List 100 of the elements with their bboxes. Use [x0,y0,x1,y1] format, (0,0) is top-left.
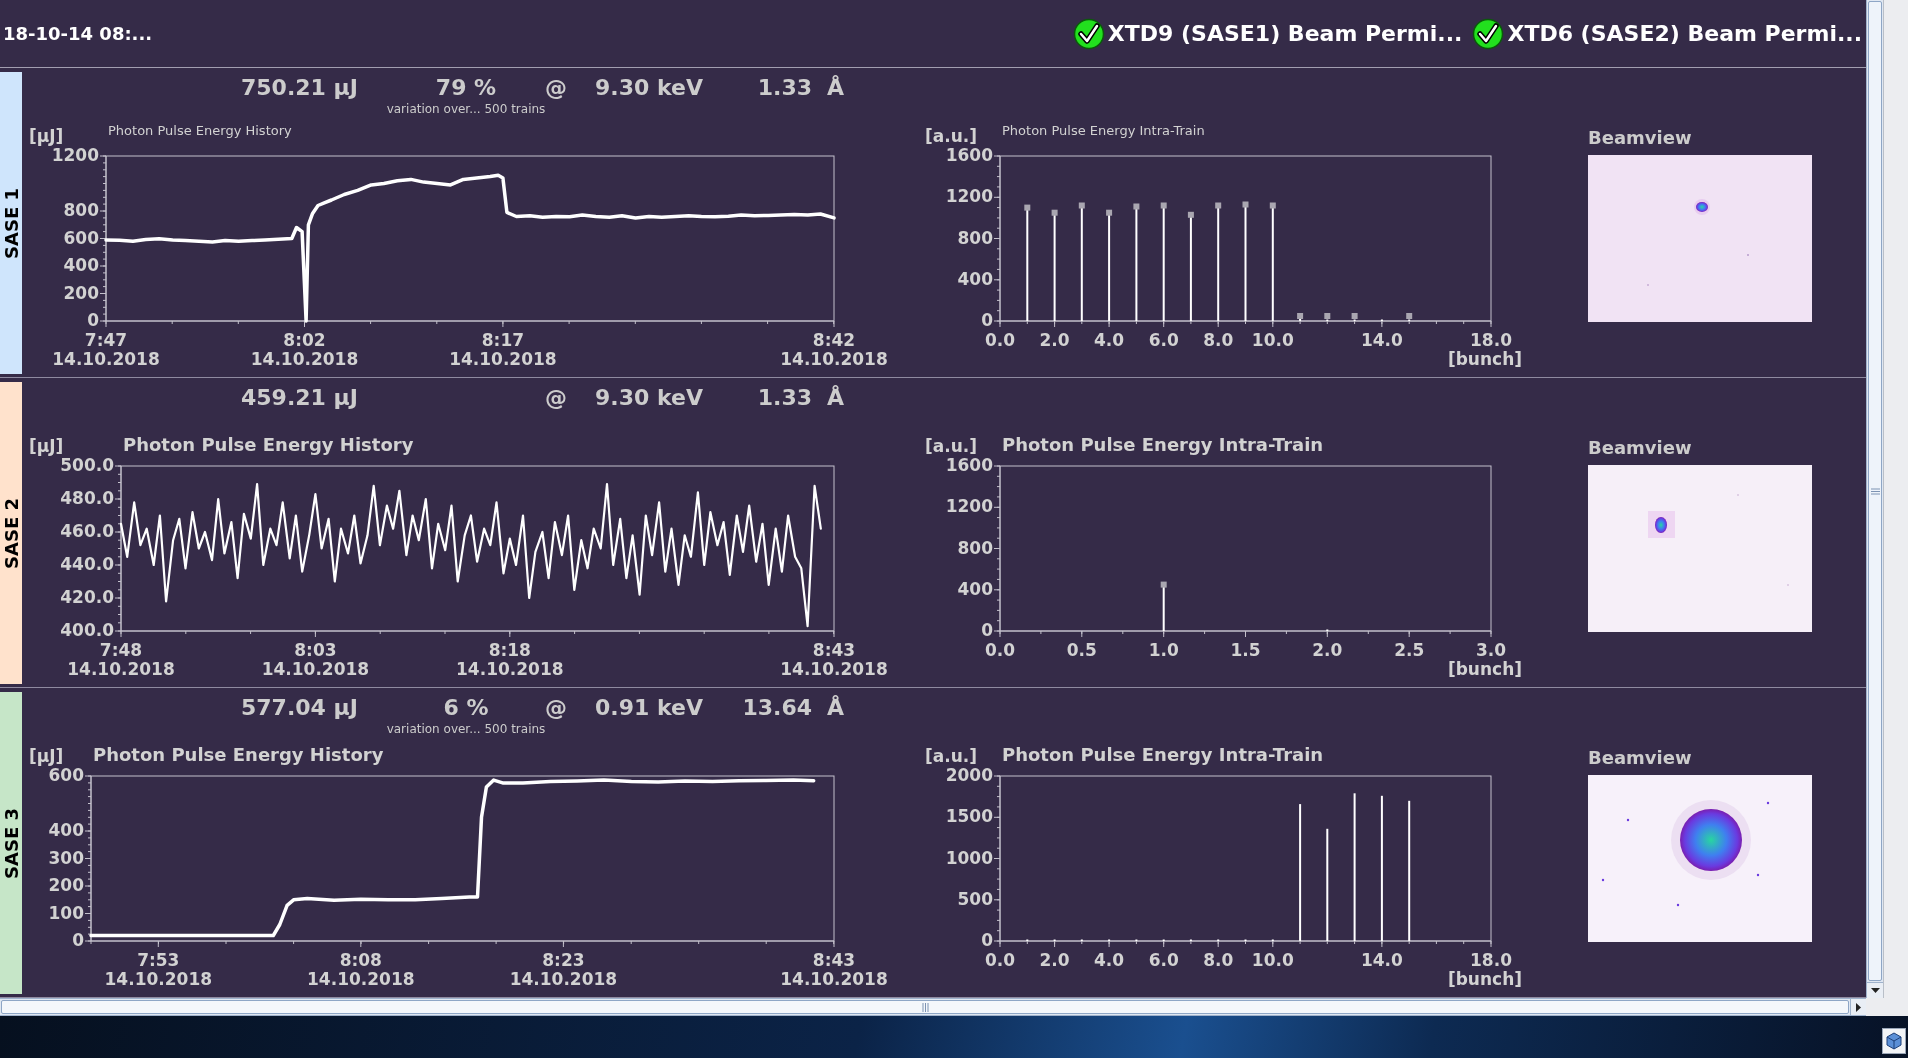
tick-label: 400 [48,820,84,840]
wavelength: 1.33 [756,384,812,412]
status-label: XTD9 (SASE1) Beam Permi... [1107,20,1463,48]
tick-label: 1600 [945,145,993,165]
tick-label: 2.0 [1312,640,1343,660]
tick-label: 8.0 [1203,950,1234,970]
tick-date-label: 14.10.2018 [250,349,359,369]
tick-label: 1.0 [1148,640,1179,660]
tick-label: 18.0 [1470,950,1512,970]
tray-icon[interactable] [1882,1028,1906,1054]
chart-title: Photon Pulse Energy Intra-Train [1002,434,1324,455]
tick-label: 400 [957,578,993,599]
tick-label: 2.0 [1039,950,1070,970]
photon-energy: 9.30 keV [595,74,704,102]
tick-label: 8:08 [339,950,382,970]
tick-label: 300 [48,847,84,868]
wavelength-unit: Å [827,384,845,412]
tick-label: 500 [957,888,993,909]
scrollbar-thumb[interactable] [1868,1,1882,981]
tick-label: 2.0 [1039,330,1070,350]
scrollbar-thumb[interactable] [1,1000,1849,1014]
tick-label: 440.0 [60,554,114,574]
tick-label: 0.0 [984,640,1016,660]
chart-title: Photon Pulse Energy History [108,122,292,138]
tick-label: 0 [72,930,84,950]
pulse-energy: 750.21 µJ [241,74,359,102]
pulse-energy: 577.04 µJ [241,694,359,722]
chart-title: Photon Pulse Energy History [123,434,414,455]
status-label: XTD6 (SASE2) Beam Permi... [1507,20,1862,48]
tick-label: 0.5 [1066,640,1097,660]
tick-label: 14.0 [1360,950,1403,970]
axis-unit-label: [bunch] [1447,349,1522,369]
beamview-title: Beamview [1588,437,1693,459]
variation-value: 6 % [443,694,489,722]
chart-title: Photon Pulse Energy History [93,744,384,765]
tick-label: 0 [981,620,993,640]
tick-date-label: 14.10.2018 [449,349,557,369]
tick-label: 8:23 [542,950,585,970]
timestamp: 18-10-14 08:... [3,22,153,46]
chart-title: Photon Pulse Energy Intra-Train [1002,744,1324,765]
photon-energy: 9.30 keV [595,384,704,412]
tick-date-label: 14.10.2018 [307,969,415,989]
wavelength: 13.64 [741,694,812,722]
tick-label: 8.0 [1203,330,1234,350]
tick-date-label: 14.10.2018 [780,349,888,369]
tick-date-label: 14.10.2018 [261,659,370,679]
tick-label: 800 [63,200,99,220]
tick-label: 200 [63,282,99,303]
at-sign: @ [544,384,568,412]
cube-icon [1885,1032,1903,1050]
tick-label: 7:47 [84,330,128,350]
tick-label: 800 [957,227,993,248]
tick-label: 8:42 [812,330,856,350]
tick-label: 8:17 [481,330,525,350]
axis-unit-label: [a.u.] [925,436,978,456]
tick-label: 400 [957,268,993,289]
tick-label: 600 [63,227,99,248]
tick-label: 800 [957,537,993,558]
at-sign: @ [544,694,568,722]
tick-date-label: 14.10.2018 [67,659,175,679]
tick-label: 8:03 [294,640,337,660]
tick-label: 1500 [945,806,993,827]
tick-label: 14.0 [1360,330,1403,350]
tick-label: 0 [981,930,993,950]
tick-label: 4.0 [1094,950,1125,970]
tick-label: 6.0 [1148,330,1179,350]
variation-value: 79 % [435,74,497,102]
tick-label: 400 [63,255,99,275]
scroll-down-button[interactable] [1867,982,1883,998]
photon-energy: 0.91 keV [595,694,704,722]
tick-label: 100 [48,902,84,923]
tick-label: 400.0 [60,620,114,640]
scroll-right-button[interactable] [1850,999,1866,1015]
side-tab-label: SASE 3 [0,807,22,879]
chart-title: Photon Pulse Energy Intra-Train [1002,122,1205,138]
tick-date-label: 14.10.2018 [52,349,160,369]
tick-label: 18.0 [1470,330,1512,350]
tick-label: 600 [48,765,84,785]
tick-label: 8:43 [812,950,856,970]
tick-label: 480.0 [60,488,114,508]
axis-unit-label: [a.u.] [925,746,978,766]
tick-label: 10.0 [1251,330,1294,350]
tick-label: 1200 [945,186,993,207]
tick-label: 0.0 [984,330,1016,350]
tick-date-label: 14.10.2018 [780,969,888,989]
tick-date-label: 14.10.2018 [456,659,564,679]
tick-label: 2000 [945,765,993,785]
tick-label: 4.0 [1094,330,1125,350]
beamview-title: Beamview [1588,747,1693,769]
at-sign: @ [544,74,568,102]
beamview-title: Beamview [1588,127,1693,149]
tick-label: 200 [48,875,84,895]
tick-date-label: 14.10.2018 [780,659,888,679]
wavelength-unit: Å [827,74,845,102]
tick-label: 10.0 [1251,950,1294,970]
axis-unit-label: [µJ] [29,436,64,456]
side-tab-label: SASE 1 [0,187,22,259]
axis-unit-label: [a.u.] [925,126,978,146]
wavelength-unit: Å [827,694,845,722]
tick-label: 1600 [945,455,993,475]
